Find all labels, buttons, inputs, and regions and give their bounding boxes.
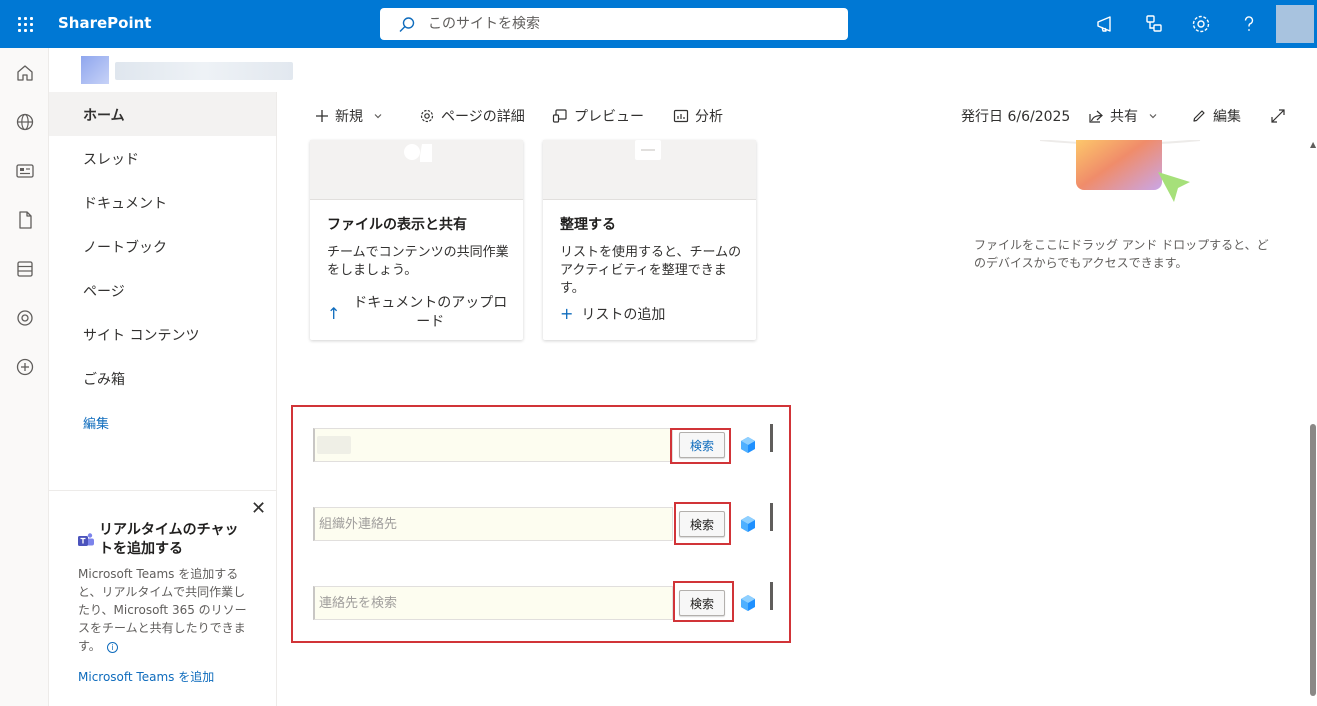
edit-page-button[interactable]: 編集 bbox=[1191, 106, 1241, 126]
divider-bar bbox=[770, 582, 773, 610]
teams-promo-panel: ✕ リアルタイムのチャットを追加する Microsoft Teams を追加する… bbox=[49, 490, 276, 706]
plus-icon bbox=[316, 110, 328, 122]
chevron-down-icon bbox=[1149, 114, 1157, 119]
analytics-button[interactable]: 分析 bbox=[673, 106, 723, 126]
preview-icon bbox=[552, 109, 567, 123]
nav-item-site-contents[interactable]: サイト コンテンツ bbox=[49, 312, 276, 356]
nav-item-documents[interactable]: ドキュメント bbox=[49, 180, 276, 224]
plus-icon: + bbox=[560, 304, 574, 323]
share-icon bbox=[1089, 110, 1103, 123]
input-value-blur bbox=[317, 436, 351, 454]
upload-illustration bbox=[1040, 140, 1201, 202]
search-input-1[interactable] bbox=[313, 428, 673, 462]
nav-item-pages[interactable]: ページ bbox=[49, 268, 276, 312]
teams-promo-text: Microsoft Teams を追加すると、リアルタイムで共同作業したり、Mi… bbox=[78, 567, 247, 653]
app-brand[interactable]: SharePoint bbox=[58, 14, 151, 32]
analytics-label: 分析 bbox=[695, 109, 723, 125]
megaphone-icon[interactable] bbox=[1094, 12, 1118, 36]
add-list-link[interactable]: + リストの追加 bbox=[560, 304, 665, 324]
upload-document-label: ドキュメントのアップロード bbox=[353, 295, 508, 330]
button-highlight bbox=[673, 581, 734, 622]
close-icon[interactable]: ✕ bbox=[251, 498, 266, 519]
site-logo[interactable] bbox=[81, 56, 109, 84]
news-icon[interactable] bbox=[14, 160, 36, 182]
page-details-button[interactable]: ページの詳細 bbox=[419, 106, 525, 126]
search-icon bbox=[399, 17, 415, 32]
list-icon[interactable] bbox=[14, 258, 36, 280]
drop-hint-text: ファイルをここにドラッグ アンド ドロップすると、どのデバイスからでもアクセスで… bbox=[974, 238, 1269, 270]
preview-button[interactable]: プレビュー bbox=[552, 106, 644, 126]
chevron-down-icon bbox=[374, 114, 382, 119]
info-icon[interactable]: i bbox=[106, 642, 118, 653]
site-title[interactable] bbox=[115, 62, 293, 80]
edit-page-label: 編集 bbox=[1213, 109, 1241, 125]
button-highlight bbox=[670, 428, 731, 464]
upload-document-link[interactable]: ↑ ドキュメントのアップロード bbox=[327, 294, 512, 332]
add-list-label: リストの追加 bbox=[581, 307, 666, 323]
nav-item-notebook[interactable]: ノートブック bbox=[49, 224, 276, 268]
teams-promo-description: Microsoft Teams を追加すると、リアルタイムで共同作業したり、Mi… bbox=[78, 565, 253, 655]
user-avatar[interactable] bbox=[1276, 5, 1314, 43]
share-label: 共有 bbox=[1110, 109, 1138, 125]
card-image bbox=[543, 140, 756, 200]
card-title: 整理する bbox=[560, 217, 616, 233]
cube-icon[interactable] bbox=[739, 594, 757, 612]
scrollbar-thumb[interactable] bbox=[1310, 424, 1316, 696]
expand-icon[interactable] bbox=[1270, 108, 1286, 124]
nav-item-home[interactable]: ホーム bbox=[49, 92, 276, 136]
gear-icon[interactable] bbox=[1189, 12, 1213, 36]
upload-arrow-icon: ↑ bbox=[327, 304, 341, 323]
loop-icon[interactable] bbox=[14, 307, 36, 329]
new-button-label: 新規 bbox=[335, 109, 363, 125]
globe-icon[interactable] bbox=[14, 111, 36, 133]
pencil-icon bbox=[1193, 110, 1205, 122]
teams-icon bbox=[78, 533, 94, 546]
nav-edit-link[interactable]: 編集 bbox=[49, 400, 276, 444]
analytics-icon bbox=[673, 109, 689, 123]
command-bar: 新規 ページの詳細 プレビュー 分析 発行日 6/6/2025 共有 編集 bbox=[277, 92, 1309, 138]
site-search-box[interactable] bbox=[380, 8, 848, 40]
teams-promo-title: リアルタイムのチャットを追加する bbox=[99, 522, 239, 557]
nav-item-recycle-bin[interactable]: ごみ箱 bbox=[49, 356, 276, 400]
help-icon[interactable] bbox=[1237, 12, 1261, 36]
file-share-card: ファイルの表示と共有 チームでコンテンツの共同作業をしましょう。 ↑ ドキュメン… bbox=[310, 140, 523, 340]
site-navigation: ホーム スレッド ドキュメント ノートブック ページ サイト コンテンツ ごみ箱… bbox=[49, 92, 277, 706]
list-illustration-icon bbox=[635, 140, 661, 160]
published-date: 発行日 6/6/2025 bbox=[961, 109, 1071, 125]
divider-bar bbox=[770, 424, 773, 452]
card-description: チームでコンテンツの共同作業をしましょう。 bbox=[327, 245, 509, 278]
card-description: リストを使用すると、チームのアクティビティを整理できます。 bbox=[560, 245, 742, 296]
nav-item-threads[interactable]: スレッド bbox=[49, 136, 276, 180]
app-rail bbox=[0, 48, 49, 706]
share-button[interactable]: 共有 bbox=[1088, 106, 1158, 126]
new-button[interactable]: 新規 bbox=[315, 106, 383, 126]
suite-bar: SharePoint bbox=[0, 0, 1317, 48]
file-share-icon bbox=[404, 144, 432, 162]
create-icon[interactable] bbox=[14, 356, 36, 378]
connections-icon[interactable] bbox=[1142, 12, 1166, 36]
organize-card: 整理する リストを使用すると、チームのアクティビティを整理できます。 + リスト… bbox=[543, 140, 756, 340]
search-input-3[interactable] bbox=[313, 586, 673, 620]
card-image bbox=[310, 140, 523, 200]
add-teams-link[interactable]: Microsoft Teams を追加 bbox=[78, 668, 214, 685]
gear-icon bbox=[420, 109, 434, 123]
document-icon[interactable] bbox=[14, 209, 36, 231]
app-launcher-icon[interactable] bbox=[10, 9, 40, 39]
card-title: ファイルの表示と共有 bbox=[327, 217, 467, 233]
cube-icon[interactable] bbox=[739, 515, 757, 533]
divider-bar bbox=[770, 503, 773, 531]
cube-icon[interactable] bbox=[739, 436, 757, 454]
search-input-2[interactable] bbox=[313, 507, 673, 541]
site-search-input[interactable] bbox=[428, 14, 828, 34]
page-details-label: ページの詳細 bbox=[441, 109, 525, 125]
home-icon[interactable] bbox=[14, 62, 36, 84]
preview-label: プレビュー bbox=[574, 109, 644, 125]
button-highlight bbox=[674, 502, 731, 545]
scroll-up-arrow[interactable]: ▲ bbox=[1310, 140, 1316, 149]
